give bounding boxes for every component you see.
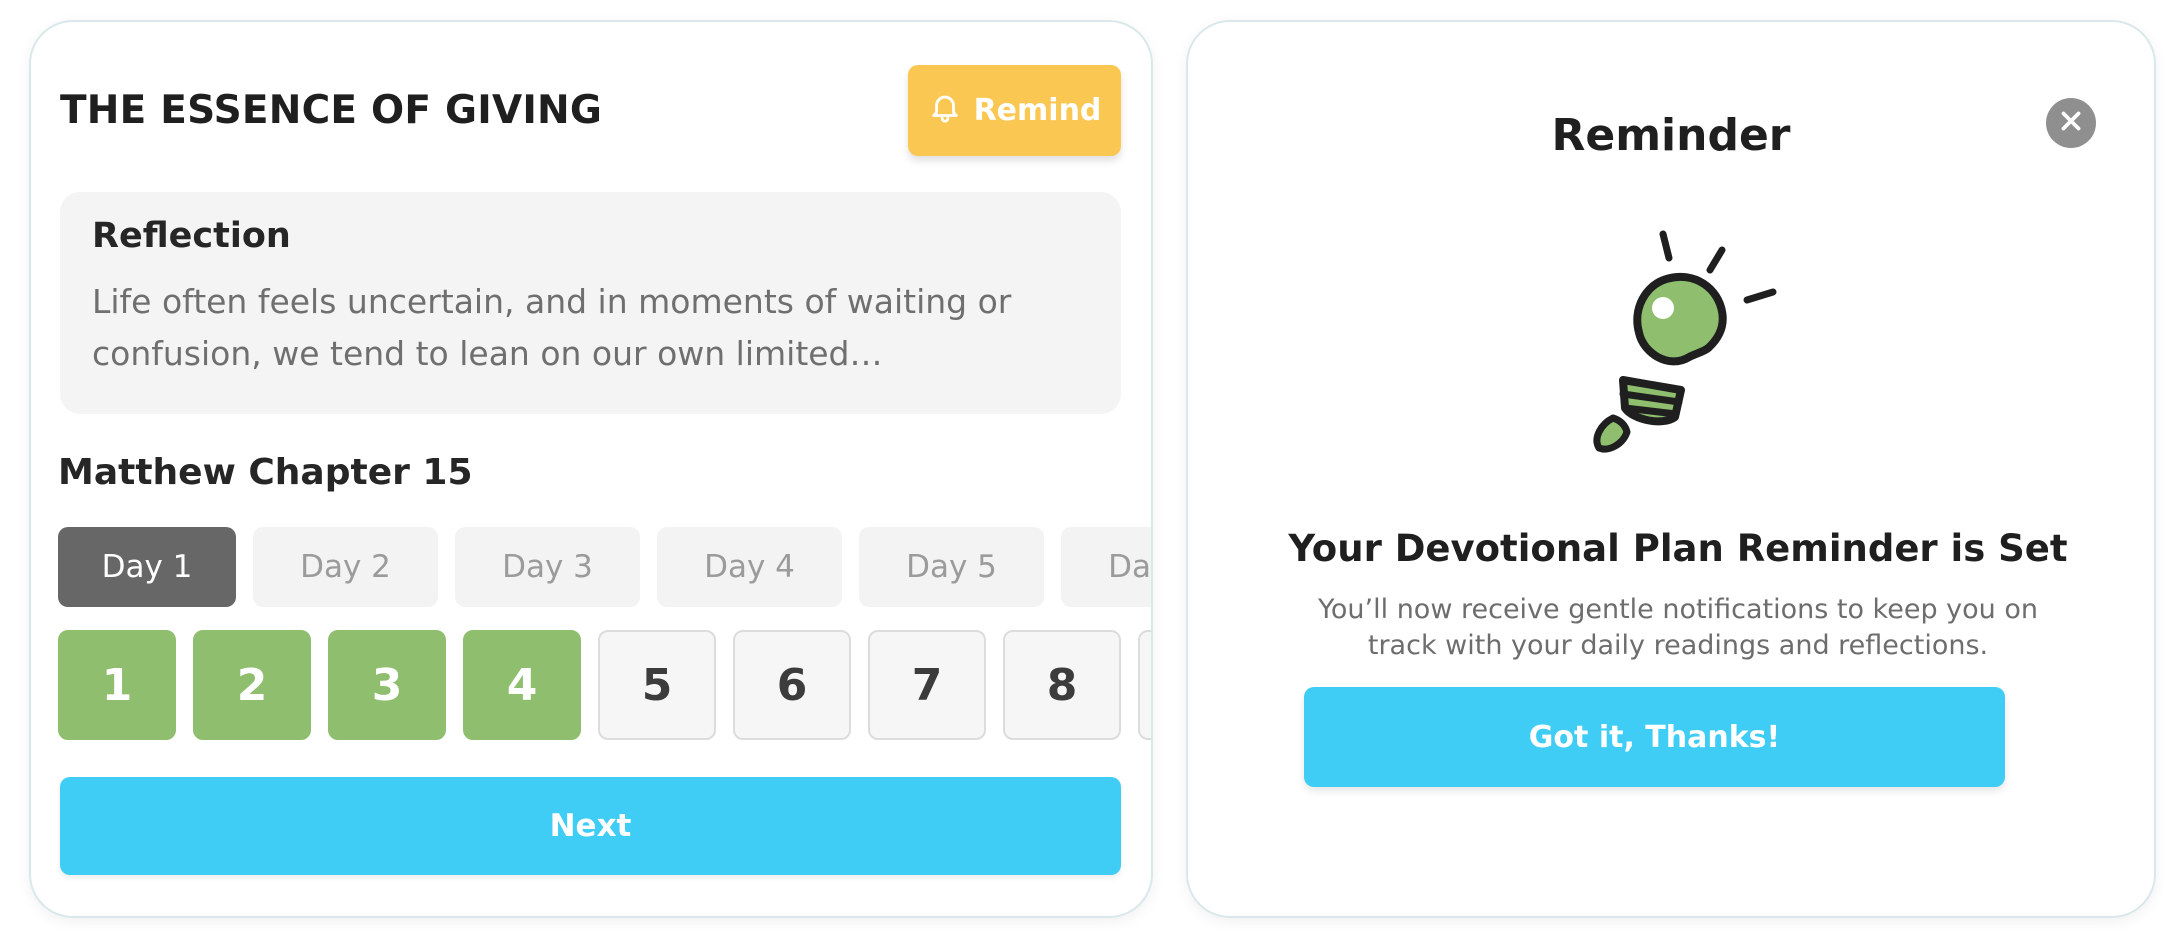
lightbulb-icon	[1583, 212, 1783, 472]
modal-heading: Your Devotional Plan Reminder is Set	[1288, 527, 2068, 570]
chapter-cell[interactable]: 4	[463, 630, 581, 740]
chapter-cell[interactable]: 1	[58, 630, 176, 740]
plan-card: THE ESSENCE OF GIVING Remind Reflection …	[29, 20, 1153, 918]
modal-title: Reminder	[1551, 110, 1791, 161]
chapter-cell[interactable]: 9	[1138, 630, 1151, 740]
day-tabs: Day 1 Day 2 Day 3 Day 4 Day 5 Day 6	[58, 527, 1151, 607]
chapter-cell[interactable]: 3	[328, 630, 446, 740]
day-tab[interactable]: Day 6	[1061, 527, 1151, 607]
reminder-modal: Reminder Your Devotional Plan Reminder i…	[1186, 20, 2156, 918]
chapter-cell[interactable]: 2	[193, 630, 311, 740]
close-icon	[2058, 108, 2084, 138]
chapter-cell[interactable]: 8	[1003, 630, 1121, 740]
day-tab[interactable]: Day 1	[58, 527, 236, 607]
remind-button[interactable]: Remind	[908, 65, 1121, 156]
bell-icon	[928, 90, 962, 132]
chapter-cell[interactable]: 5	[598, 630, 716, 740]
modal-body: You’ll now receive gentle notifications …	[1317, 594, 2038, 661]
chapter-cell[interactable]: 6	[733, 630, 851, 740]
next-button[interactable]: Next	[60, 777, 1121, 875]
got-it-button[interactable]: Got it, Thanks!	[1304, 687, 2005, 787]
day-tab[interactable]: Day 5	[859, 527, 1044, 607]
remind-label: Remind	[973, 93, 1102, 128]
reflection-text: Life often feels uncertain, and in momen…	[92, 282, 1012, 373]
plan-title: THE ESSENCE OF GIVING	[60, 88, 603, 133]
reflection-panel: Reflection Life often feels uncertain, a…	[60, 192, 1121, 414]
screen: THE ESSENCE OF GIVING Remind Reflection …	[0, 0, 2179, 951]
day-tab[interactable]: Day 3	[455, 527, 640, 607]
reflection-title: Reflection	[92, 216, 291, 256]
chapter-title: Matthew Chapter 15	[58, 452, 473, 493]
chapter-grid: 1 2 3 4 5 6 7 8 9	[58, 630, 1151, 740]
close-button[interactable]	[2046, 98, 2096, 148]
chapter-cell[interactable]: 7	[868, 630, 986, 740]
day-tab[interactable]: Day 4	[657, 527, 842, 607]
day-tab[interactable]: Day 2	[253, 527, 438, 607]
